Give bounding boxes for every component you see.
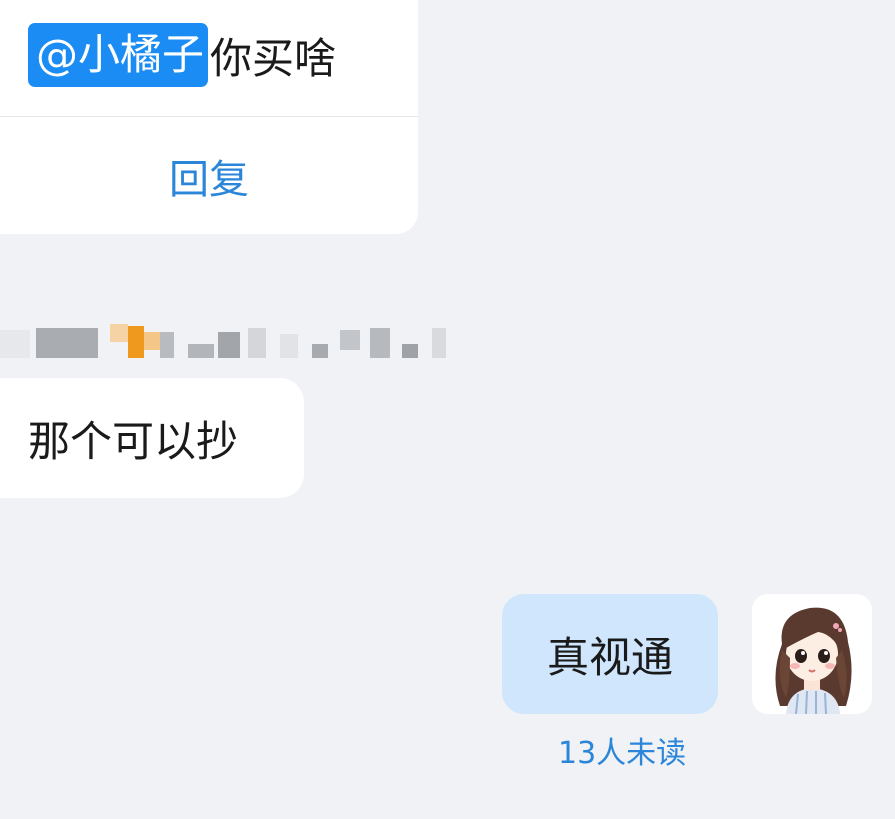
cartoon-girl-avatar-icon <box>752 594 872 714</box>
user-avatar[interactable] <box>752 594 872 714</box>
reply-button[interactable]: 回复 <box>0 117 418 234</box>
outgoing-message-bubble[interactable]: 真视通 <box>502 594 718 714</box>
sender-name-blurred <box>0 318 462 366</box>
incoming-message-text: 那个可以抄 <box>28 416 239 466</box>
outgoing-message-text: 真视通 <box>546 632 673 682</box>
mention-message-content: @小橘子 你买啥 <box>28 22 336 88</box>
mention-message-text: 你买啥 <box>210 33 337 83</box>
mention-tag[interactable]: @小橘子 <box>28 23 209 87</box>
incoming-message-bubble[interactable]: 那个可以抄 <box>0 378 304 498</box>
mention-message-card: @小橘子 你买啥 回复 <box>0 0 418 234</box>
unread-status-link[interactable]: 13人未读 <box>558 728 686 772</box>
